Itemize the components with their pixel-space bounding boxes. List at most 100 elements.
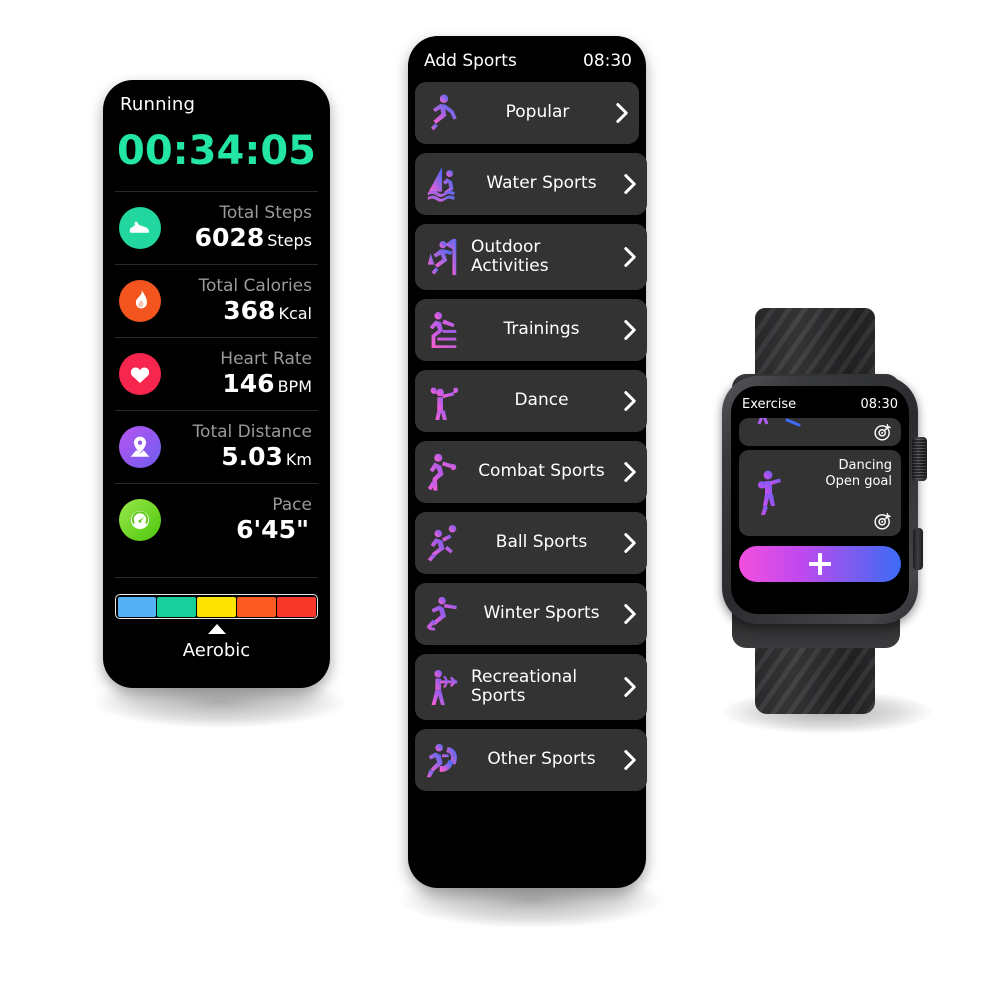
metric-label: Heart Rate bbox=[220, 348, 312, 369]
list-item-recreational-sports[interactable]: Recreational Sports bbox=[415, 654, 647, 720]
list-item-ball-sports[interactable]: Ball Sports bbox=[415, 512, 647, 574]
sneaker-icon bbox=[119, 207, 161, 249]
heart-rate-zone-bar bbox=[115, 594, 318, 619]
metric-label: Pace bbox=[272, 494, 312, 515]
list-item-combat-sports[interactable]: Combat Sports bbox=[415, 441, 647, 503]
metric-value: 6'45" bbox=[236, 515, 309, 545]
chevron-right-icon bbox=[622, 528, 639, 558]
plus-icon bbox=[809, 553, 831, 575]
speedometer-icon bbox=[119, 499, 161, 541]
zone-segment-1 bbox=[117, 596, 156, 617]
elapsed-timer: 00:34:05 bbox=[117, 128, 316, 174]
jump-rope-icon bbox=[423, 738, 463, 782]
chevron-right-icon bbox=[622, 169, 639, 199]
metric-unit: Kcal bbox=[278, 304, 312, 324]
metric-text-total-calories: Total Calories 368 Kcal bbox=[161, 276, 318, 325]
list-item-label: Winter Sports bbox=[483, 603, 600, 624]
list-item-label: Combat Sports bbox=[478, 461, 605, 482]
zone-segment-3 bbox=[197, 596, 236, 617]
volleyball-icon bbox=[423, 521, 463, 565]
list-item-label: Recreational Sports bbox=[471, 666, 578, 706]
flame-icon bbox=[119, 280, 161, 322]
metric-label: Total Distance bbox=[192, 421, 312, 442]
metric-value: 146 bbox=[222, 369, 275, 399]
dancer-icon bbox=[423, 379, 463, 423]
metric-text-heart-rate: Heart Rate 146 BPM bbox=[161, 348, 318, 399]
metric-unit: Steps bbox=[267, 231, 312, 251]
dancer-icon bbox=[753, 468, 787, 520]
zone-segment-4 bbox=[237, 596, 276, 617]
list-item-trainings[interactable]: Trainings bbox=[415, 299, 647, 361]
chevron-right-icon bbox=[622, 386, 639, 416]
chevron-right-icon bbox=[622, 315, 639, 345]
windsurfing-icon bbox=[423, 162, 463, 206]
metric-row-heart-rate: Heart Rate 146 BPM bbox=[115, 337, 318, 410]
exercise-card-dancing[interactable]: Dancing Open goal bbox=[739, 450, 901, 536]
watch-screen-header: Exercise 08:30 bbox=[731, 394, 909, 414]
list-item-label: Ball Sports bbox=[495, 532, 588, 553]
sport-icon-fragment bbox=[753, 418, 813, 430]
location-pin-icon bbox=[119, 426, 161, 468]
list-item-other-sports[interactable]: Other Sports bbox=[415, 729, 647, 791]
metric-label: Total Steps bbox=[219, 202, 312, 223]
chevron-right-icon bbox=[622, 745, 639, 775]
zone-segment-2 bbox=[157, 596, 196, 617]
watch-crown-button[interactable] bbox=[912, 437, 927, 481]
canvas: Running 00:34:05 Total Steps 6028Steps bbox=[0, 0, 1000, 1000]
metric-text-pace: Pace 6'45" bbox=[161, 494, 318, 544]
add-sports-header: Add Sports 08:30 bbox=[408, 48, 646, 74]
metric-value-line: 6028 Steps bbox=[161, 224, 312, 252]
add-sports-panel: Add Sports 08:30 Popular Water Sports Ou… bbox=[408, 36, 647, 888]
list-item-dance[interactable]: Dance bbox=[415, 370, 647, 432]
metric-value-line: 6'45" bbox=[161, 516, 312, 544]
chevron-right-icon bbox=[622, 457, 639, 487]
metric-value: 6028 bbox=[194, 223, 265, 253]
crown-grooves bbox=[913, 439, 926, 479]
list-item-label: Outdoor Activities bbox=[471, 236, 549, 276]
metric-value: 5.03 bbox=[221, 442, 283, 472]
running-summary-panel: Running 00:34:05 Total Steps 6028Steps bbox=[103, 80, 330, 688]
chevron-right-icon bbox=[622, 672, 639, 702]
metric-value-line: 368 Kcal bbox=[161, 297, 312, 325]
chevron-right-icon bbox=[622, 242, 639, 272]
running-person-icon bbox=[423, 91, 463, 135]
list-item-outdoor-activities[interactable]: Outdoor Activities bbox=[415, 224, 647, 290]
list-item-label: Other Sports bbox=[487, 749, 596, 770]
list-item-water-sports[interactable]: Water Sports bbox=[415, 153, 647, 215]
metric-text-total-steps: Total Steps 6028 Steps bbox=[161, 202, 318, 252]
goal-target-icon[interactable] bbox=[873, 422, 893, 442]
heart-icon bbox=[119, 353, 161, 395]
exercise-card-text: Dancing Open goal bbox=[825, 458, 892, 491]
zone-label: Aerobic bbox=[182, 640, 251, 661]
list-item-label: Trainings bbox=[503, 319, 580, 340]
metric-list: Total Steps 6028 Steps Total Calories 36… bbox=[115, 191, 318, 556]
exercise-name: Dancing bbox=[838, 458, 892, 473]
metric-row-total-steps: Total Steps 6028 Steps bbox=[115, 191, 318, 264]
zone-indicator-caret bbox=[207, 624, 226, 634]
status-time: 08:30 bbox=[860, 396, 898, 412]
goal-target-icon[interactable] bbox=[873, 511, 893, 531]
rock-climbing-icon bbox=[423, 235, 463, 279]
sports-category-list: Popular Water Sports Outdoor Activities … bbox=[415, 82, 715, 800]
metric-text-total-distance: Total Distance 5.03 Km bbox=[161, 421, 318, 471]
list-item-label: Dance bbox=[514, 390, 569, 411]
list-item-label: Water Sports bbox=[486, 173, 597, 194]
zone-segment-5 bbox=[277, 596, 316, 617]
watch-screen: Exercise 08:30 Dancing Open goal bbox=[731, 386, 909, 614]
ice-skating-icon bbox=[423, 592, 463, 636]
metric-unit: BPM bbox=[277, 377, 312, 397]
chevron-right-icon bbox=[614, 98, 631, 128]
status-time: 08:30 bbox=[583, 51, 632, 71]
metric-row-pace: Pace 6'45" bbox=[115, 483, 318, 556]
metric-value-line: 5.03 Km bbox=[161, 443, 312, 471]
page-title: Running bbox=[120, 94, 196, 115]
list-item-winter-sports[interactable]: Winter Sports bbox=[415, 583, 647, 645]
page-title: Add Sports bbox=[424, 51, 517, 71]
add-exercise-button[interactable] bbox=[739, 546, 901, 582]
list-item-popular[interactable]: Popular bbox=[415, 82, 639, 144]
watch-side-button[interactable] bbox=[913, 528, 923, 570]
exercise-goal: Open goal bbox=[825, 474, 892, 490]
exercise-card-partial[interactable] bbox=[739, 418, 901, 446]
list-item-label: Popular bbox=[505, 102, 570, 123]
stair-climber-icon bbox=[423, 308, 463, 352]
